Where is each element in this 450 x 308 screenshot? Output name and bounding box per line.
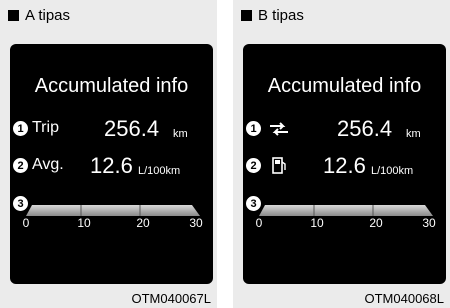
display-title: Accumulated info [267, 75, 422, 97]
gauge-tick-20: 20 [136, 216, 150, 230]
avg-consumption-value: 12.6 [90, 153, 133, 178]
trip-distance-unit: km [173, 128, 188, 140]
panel-header: B tipas [241, 6, 304, 24]
consumption-gauge-bar [26, 205, 200, 216]
figure-code: OTM040067L [131, 291, 212, 306]
gauge-tick-10: 10 [77, 216, 91, 230]
gauge-tick-0: 0 [22, 216, 30, 230]
consumption-gauge-bar [259, 205, 433, 216]
panel-header: A tipas [8, 6, 70, 24]
panel-header-label: A tipas [25, 6, 71, 24]
trip-distance-value: 256.4 [104, 116, 160, 141]
trip-arrows-icon [270, 122, 288, 136]
gauge-tick-0: 0 [255, 216, 263, 230]
gauge-tick-20: 20 [369, 216, 383, 230]
square-bullet-icon [8, 9, 19, 21]
callout-2-badge: 2 [13, 158, 28, 173]
panel-type-a: A tipas Accumulated info 1 Trip 256.4 km… [0, 0, 217, 308]
gauge-tick-30: 30 [189, 216, 203, 230]
fuel-pump-icon [272, 157, 286, 174]
avg-consumption-unit: L/100km [371, 165, 414, 177]
square-bullet-icon [241, 9, 252, 21]
callout-2-badge: 2 [246, 158, 261, 173]
cluster-display: Accumulated info 1 Trip 256.4 km 2 Avg. … [10, 44, 213, 284]
trip-label: Trip [32, 119, 59, 136]
display-title: Accumulated info [34, 75, 189, 97]
panel-type-b: B tipas Accumulated info 1 256.4 km 2 12… [233, 0, 450, 308]
panel-header-label: B tipas [258, 6, 304, 24]
gauge-tick-30: 30 [422, 216, 436, 230]
avg-consumption-value: 12.6 [323, 153, 366, 178]
trip-distance-unit: km [406, 128, 421, 140]
average-label: Avg. [32, 156, 64, 173]
cluster-display: Accumulated info 1 256.4 km 2 12.6 L/100… [243, 44, 446, 284]
trip-distance-value: 256.4 [337, 116, 393, 141]
figure-code: OTM040068L [364, 291, 445, 306]
callout-1-badge: 1 [13, 121, 28, 136]
callout-1-badge: 1 [246, 121, 261, 136]
avg-consumption-unit: L/100km [138, 165, 181, 177]
gauge-tick-10: 10 [310, 216, 324, 230]
